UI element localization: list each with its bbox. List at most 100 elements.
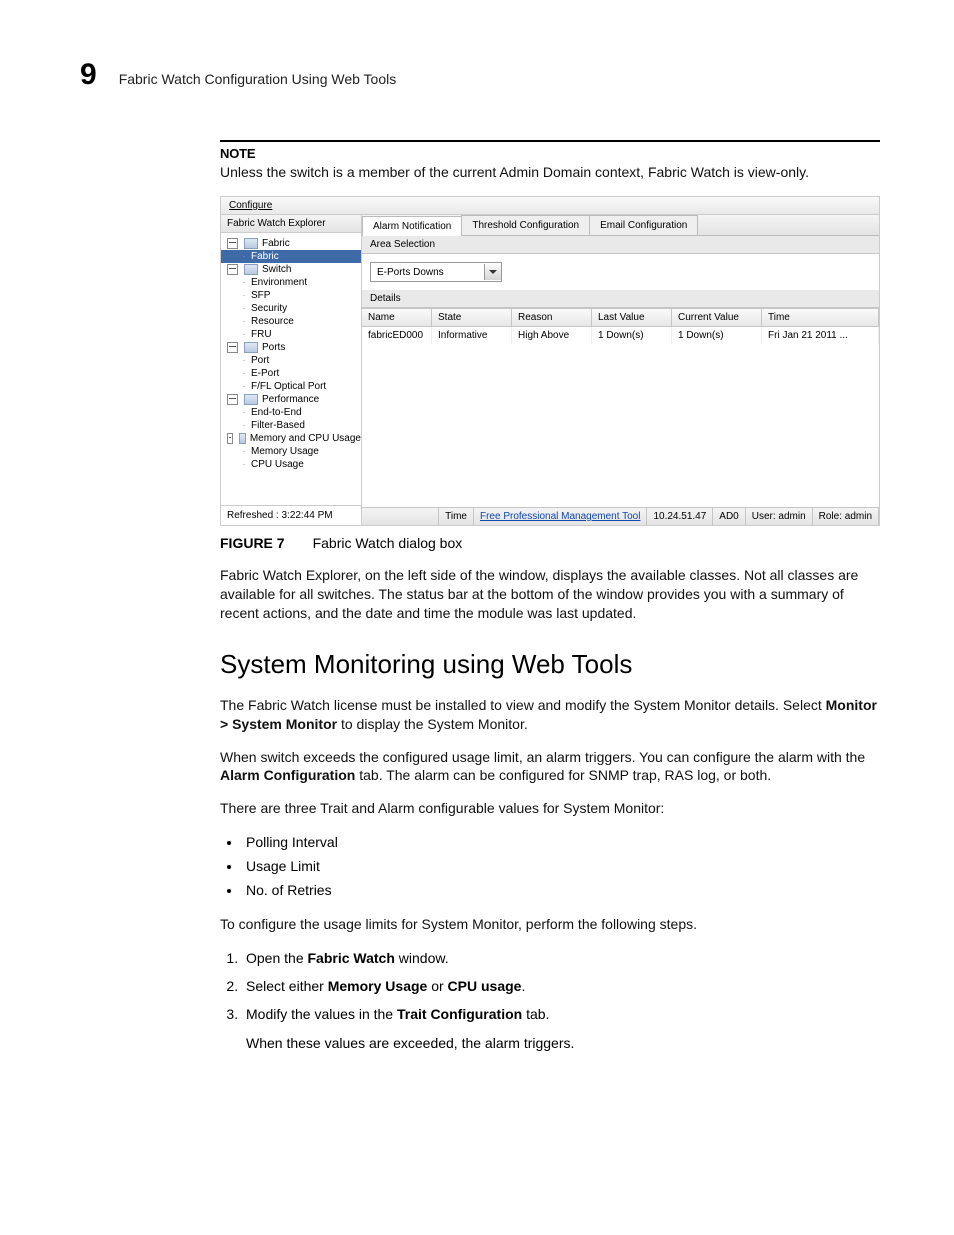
tree-node-label: Performance: [262, 394, 319, 405]
list-item: Polling Interval: [242, 832, 880, 854]
tree-node[interactable]: · Memory Usage: [221, 445, 361, 458]
status-role: Role: admin: [813, 508, 879, 525]
status-user: User: admin: [746, 508, 813, 525]
menu-bar[interactable]: Configure: [221, 197, 879, 215]
page: 9 Fabric Watch Configuration Using Web T…: [0, 0, 954, 1235]
sm-paragraph-2: When switch exceeds the configured usage…: [220, 748, 880, 786]
collapse-icon[interactable]: [227, 394, 238, 405]
grid-header-cell[interactable]: Current Value: [672, 309, 762, 326]
step-item: Select either Memory Usage or CPU usage.: [242, 976, 880, 998]
tree-node[interactable]: · Filter-Based: [221, 419, 361, 432]
grid-cell: fabricED000: [362, 327, 432, 344]
refreshed-label: Refreshed : 3:22:44 PM: [221, 505, 361, 525]
folder-icon: [244, 342, 258, 353]
tree-node[interactable]: ·F/FL Optical Port: [221, 380, 361, 393]
tree-node[interactable]: · Fabric: [221, 250, 361, 263]
tree-node[interactable]: ·E-Port: [221, 367, 361, 380]
tree-node[interactable]: Memory and CPU Usage: [221, 432, 361, 445]
tree-node[interactable]: ·Security: [221, 302, 361, 315]
table-row[interactable]: fabricED000InformativeHigh Above1 Down(s…: [362, 327, 879, 344]
note-heading: NOTE: [220, 146, 880, 161]
tree-body[interactable]: Fabric·FabricSwitch·Environment·SFP·Secu…: [221, 233, 361, 505]
status-time-label: Time: [439, 508, 474, 525]
tree-node[interactable]: ·SFP: [221, 289, 361, 302]
step-sub: When these values are exceeded, the alar…: [246, 1033, 880, 1054]
tab-strip[interactable]: Alarm NotificationThreshold Configuratio…: [362, 215, 879, 236]
leaf-icon: ·: [241, 355, 247, 366]
tree-node[interactable]: · Environment: [221, 276, 361, 289]
tab[interactable]: Threshold Configuration: [461, 215, 590, 235]
tree-node-label: FRU: [251, 329, 272, 340]
tree-node[interactable]: ·Resource: [221, 315, 361, 328]
folder-icon: [239, 433, 246, 444]
collapse-icon[interactable]: [227, 238, 238, 249]
tree-node-label: Switch: [262, 264, 291, 275]
note-rule: [220, 140, 880, 142]
tree-node[interactable]: ·End-to-End: [221, 406, 361, 419]
area-selection-label: Area Selection: [362, 236, 879, 254]
collapse-icon[interactable]: [227, 342, 238, 353]
tree-node[interactable]: · FRU: [221, 328, 361, 341]
menu-configure: Configure: [229, 200, 272, 211]
configure-steps: Open the Fabric Watch window. Select eith…: [220, 948, 880, 1054]
details-grid: NameStateReasonLast ValueCurrent ValueTi…: [362, 308, 879, 507]
grid-header-cell[interactable]: Name: [362, 309, 432, 326]
folder-icon: [244, 238, 258, 249]
tree-node-label: Fabric: [251, 251, 279, 262]
trait-bullets: Polling IntervalUsage LimitNo. of Retrie…: [220, 832, 880, 901]
tree-node-label: Memory and CPU Usage: [250, 433, 361, 444]
leaf-icon: ·: [241, 381, 247, 392]
tree-node-label: Ports: [262, 342, 285, 353]
area-selection-dropdown[interactable]: E-Ports Downs: [370, 262, 502, 282]
step-item: Open the Fabric Watch window.: [242, 948, 880, 970]
status-bar: Time Free Professional Management Tool 1…: [362, 507, 879, 525]
leaf-icon: ·: [241, 459, 247, 470]
status-ip: 10.24.51.47: [647, 508, 713, 525]
after-figure-paragraph: Fabric Watch Explorer, on the left side …: [220, 566, 880, 623]
tab[interactable]: Email Configuration: [589, 215, 698, 235]
page-header: 9 Fabric Watch Configuration Using Web T…: [80, 60, 874, 90]
tree-node[interactable]: ·CPU Usage: [221, 458, 361, 471]
figure-fabric-watch-dialog: Configure Fabric Watch Explorer Fabric·F…: [220, 196, 880, 526]
tree-node-label: Environment: [251, 277, 307, 288]
grid-header-cell[interactable]: Last Value: [592, 309, 672, 326]
tree-title: Fabric Watch Explorer: [221, 215, 361, 233]
sm-paragraph-1: The Fabric Watch license must be install…: [220, 696, 880, 734]
sm-paragraph-3: There are three Trait and Alarm configur…: [220, 799, 880, 818]
leaf-icon: ·: [241, 446, 247, 457]
grid-cell: 1 Down(s): [672, 327, 762, 344]
leaf-icon: ·: [241, 420, 247, 431]
collapse-icon[interactable]: [227, 433, 233, 444]
list-item: No. of Retries: [242, 880, 880, 902]
tree-node[interactable]: Performance: [221, 393, 361, 406]
grid-cell: 1 Down(s): [592, 327, 672, 344]
tree-node[interactable]: Fabric: [221, 237, 361, 250]
status-management-link[interactable]: Free Professional Management Tool: [474, 508, 647, 525]
tree-node-label: E-Port: [251, 368, 279, 379]
grid-header-cell[interactable]: Time: [762, 309, 879, 326]
folder-icon: [244, 264, 258, 275]
chapter-number: 9: [80, 60, 97, 90]
area-selection-value: E-Ports Downs: [371, 267, 484, 278]
status-ad: AD0: [713, 508, 745, 525]
leaf-icon: ·: [241, 251, 247, 262]
leaf-icon: ·: [241, 329, 247, 340]
leaf-icon: ·: [241, 316, 247, 327]
leaf-icon: ·: [241, 277, 247, 288]
tree-node-label: Memory Usage: [251, 446, 319, 457]
grid-header-cell[interactable]: State: [432, 309, 512, 326]
tree-node[interactable]: Ports: [221, 341, 361, 354]
chapter-title: Fabric Watch Configuration Using Web Too…: [119, 72, 397, 86]
sm-paragraph-4: To configure the usage limits for System…: [220, 915, 880, 934]
folder-icon: [244, 394, 258, 405]
collapse-icon[interactable]: [227, 264, 238, 275]
chevron-down-icon[interactable]: [484, 264, 501, 280]
tab[interactable]: Alarm Notification: [362, 216, 462, 236]
tree-node-label: Filter-Based: [251, 420, 305, 431]
grid-header-cell[interactable]: Reason: [512, 309, 592, 326]
details-label: Details: [362, 290, 879, 308]
tree-node[interactable]: ·Port: [221, 354, 361, 367]
leaf-icon: ·: [241, 407, 247, 418]
grid-cell: Informative: [432, 327, 512, 344]
tree-node[interactable]: Switch: [221, 263, 361, 276]
